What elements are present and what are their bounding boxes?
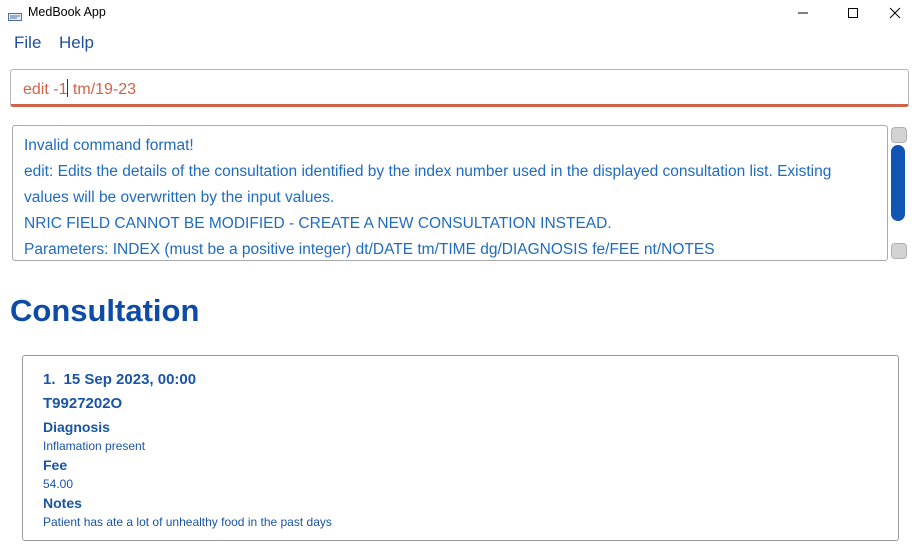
- diagnosis-value: Inflamation present: [43, 439, 146, 453]
- diagnosis-label: Diagnosis: [43, 419, 110, 435]
- menu-help[interactable]: Help: [59, 33, 94, 53]
- close-button[interactable]: [872, 0, 918, 26]
- minimize-button[interactable]: [780, 0, 826, 26]
- command-text-after-caret: tm/19-23: [68, 81, 137, 98]
- minimize-icon: [798, 12, 808, 14]
- command-text: edit -1 tm/19-23: [23, 79, 136, 99]
- command-text-before-caret: edit -1: [23, 81, 68, 98]
- fee-label: Fee: [43, 457, 68, 473]
- fee-value: 54.00: [43, 477, 74, 491]
- title-bar: MedBook App: [0, 0, 918, 26]
- result-line: edit: Edits the details of the consultat…: [24, 163, 832, 180]
- result-line: Invalid command format!: [24, 137, 194, 154]
- result-scrollbar[interactable]: [887, 125, 911, 261]
- app-icon: [8, 8, 22, 21]
- consultation-nric: T9927202O: [43, 395, 123, 412]
- result-line: Parameters: INDEX (must be a positive in…: [24, 241, 715, 258]
- result-line: NRIC FIELD CANNOT BE MODIFIED - CREATE A…: [24, 215, 612, 232]
- notes-value: Patient has ate a lot of unhealthy food …: [43, 515, 332, 529]
- result-text: Invalid command format! edit: Edits the …: [24, 133, 880, 260]
- window-title: MedBook App: [28, 5, 106, 19]
- menu-file[interactable]: File: [14, 33, 41, 53]
- result-line: values will be overwritten by the input …: [24, 189, 335, 206]
- consultation-datetime: 15 Sep 2023, 00:00: [63, 371, 197, 388]
- notes-label: Notes: [43, 495, 82, 511]
- scroll-down-button[interactable]: [891, 243, 907, 259]
- command-input[interactable]: edit -1 tm/19-23: [10, 69, 909, 107]
- menu-bar: File Help: [0, 33, 918, 59]
- consultation-header: 1. 15 Sep 2023, 00:00: [43, 371, 196, 388]
- scroll-thumb[interactable]: [891, 145, 905, 221]
- consultation-card[interactable]: 1. 15 Sep 2023, 00:00 T9927202O Diagnosis…: [22, 355, 899, 541]
- result-display[interactable]: Invalid command format! edit: Edits the …: [12, 125, 888, 261]
- close-icon: [889, 7, 901, 19]
- consultation-index: 1.: [43, 371, 56, 388]
- section-heading: Consultation: [10, 293, 200, 328]
- scroll-up-button[interactable]: [891, 127, 907, 143]
- maximize-icon: [848, 8, 858, 18]
- maximize-button[interactable]: [830, 0, 876, 26]
